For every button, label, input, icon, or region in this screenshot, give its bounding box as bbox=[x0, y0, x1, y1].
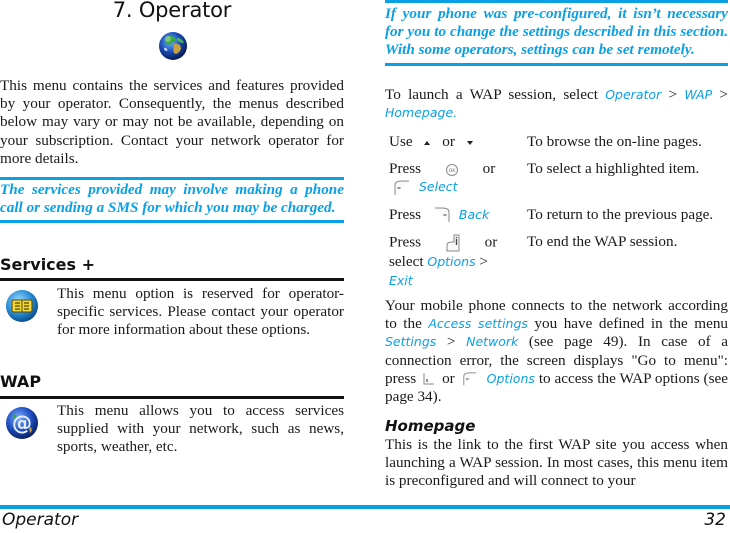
key-cell: Use or bbox=[385, 130, 519, 157]
key-cell: Press Back bbox=[385, 203, 519, 231]
services-text: This menu option is reserved for operato… bbox=[57, 285, 344, 339]
section-divider bbox=[0, 278, 344, 281]
key-cell: Press or select Options > Exit bbox=[385, 230, 519, 295]
key-text: or bbox=[482, 160, 496, 178]
key-text: Press bbox=[389, 233, 422, 251]
menu-path-operator: Operator bbox=[605, 87, 662, 102]
homepage-title: Homepage bbox=[385, 417, 476, 435]
key-description: To select a highlighted item. bbox=[527, 160, 700, 178]
path-separator: > bbox=[712, 86, 728, 103]
text: you have defined in the menu bbox=[527, 315, 729, 333]
page-number: 32 bbox=[704, 510, 726, 530]
menu-path-wap: WAP bbox=[684, 87, 713, 102]
wap-at-icon: @ bbox=[6, 407, 38, 439]
chapter-title: 7. Operator bbox=[112, 0, 232, 22]
options-link: Options bbox=[486, 370, 535, 386]
table-row: Press Back To return to the previous pag… bbox=[385, 203, 728, 231]
key-text: Use bbox=[389, 133, 413, 150]
key-text: > bbox=[479, 253, 488, 271]
exit-link: Exit bbox=[389, 272, 413, 288]
left-softkey-icon bbox=[462, 372, 476, 386]
text: or bbox=[438, 369, 459, 387]
network-link: Network bbox=[466, 334, 519, 350]
right-column: If your phone was pre-configured, it isn… bbox=[385, 0, 728, 505]
wap-description: @ This menu allows you to access service… bbox=[0, 402, 344, 457]
connection-paragraph: Your mobile phone connects to the networ… bbox=[385, 297, 728, 406]
options-link: Options bbox=[427, 254, 476, 270]
table-row: Use or To browse the on-line pages. bbox=[385, 130, 728, 157]
key-text: Press bbox=[389, 160, 422, 178]
key-cell: Press OK or Select bbox=[385, 157, 519, 203]
back-link: Back bbox=[458, 206, 490, 222]
menu-path-homepage: Homepage. bbox=[385, 105, 458, 121]
table-row: Press or select Options > Exit To end th… bbox=[385, 230, 728, 295]
key-description: To browse the on-line pages. bbox=[527, 133, 702, 150]
preconfig-note: If your phone was pre-configured, it isn… bbox=[385, 0, 728, 66]
charges-note: The services provided may involve making… bbox=[0, 177, 344, 224]
clear-key-icon bbox=[423, 373, 435, 385]
up-arrow-key-icon bbox=[424, 140, 431, 145]
sim-services-icon bbox=[6, 290, 38, 322]
globe-icon bbox=[159, 32, 187, 60]
launch-instruction: To launch a WAP session, select Operator… bbox=[385, 86, 728, 122]
svg-text:@: @ bbox=[12, 411, 32, 435]
table-row: Press OK or Select To select a highlight… bbox=[385, 157, 728, 203]
svg-text:OK: OK bbox=[449, 168, 457, 174]
wap-text: This menu allows you to access services … bbox=[57, 402, 344, 456]
key-functions-table: Use or To browse the on-line pages. Pres… bbox=[385, 130, 728, 296]
key-text: Press bbox=[389, 205, 422, 223]
path-separator: > bbox=[661, 86, 685, 103]
section-title-services: Services + bbox=[0, 255, 96, 274]
select-link: Select bbox=[419, 179, 458, 195]
text: to access the WAP options (see page 34). bbox=[385, 369, 728, 406]
down-arrow-key-icon bbox=[466, 140, 473, 145]
intro-paragraph: This menu contains the services and feat… bbox=[0, 77, 344, 167]
settings-link: Settings bbox=[385, 334, 437, 350]
end-key-icon bbox=[446, 234, 460, 252]
right-softkey-icon bbox=[434, 207, 450, 223]
preconfig-note-text: If your phone was pre-configured, it isn… bbox=[385, 5, 728, 59]
footer-divider bbox=[0, 505, 730, 509]
key-text: select bbox=[389, 253, 424, 271]
key-description: To end the WAP session. bbox=[527, 233, 678, 251]
section-title-wap: WAP bbox=[0, 372, 42, 391]
text: > bbox=[436, 333, 467, 351]
services-description: This menu option is reserved for operato… bbox=[0, 285, 344, 340]
access-settings-link: Access settings bbox=[428, 316, 528, 332]
homepage-paragraph: This is the link to the first WAP site y… bbox=[385, 436, 728, 490]
key-text: or bbox=[484, 233, 498, 251]
key-text: or bbox=[442, 133, 455, 150]
key-description: To return to the previous page. bbox=[527, 205, 714, 223]
ok-key-icon: OK bbox=[445, 163, 458, 176]
left-softkey-icon bbox=[394, 180, 409, 195]
section-divider bbox=[0, 396, 344, 399]
charges-note-text: The services provided may involve making… bbox=[0, 181, 344, 217]
launch-prefix: To launch a WAP session, select bbox=[385, 86, 606, 103]
footer-section-name: Operator bbox=[2, 510, 79, 530]
